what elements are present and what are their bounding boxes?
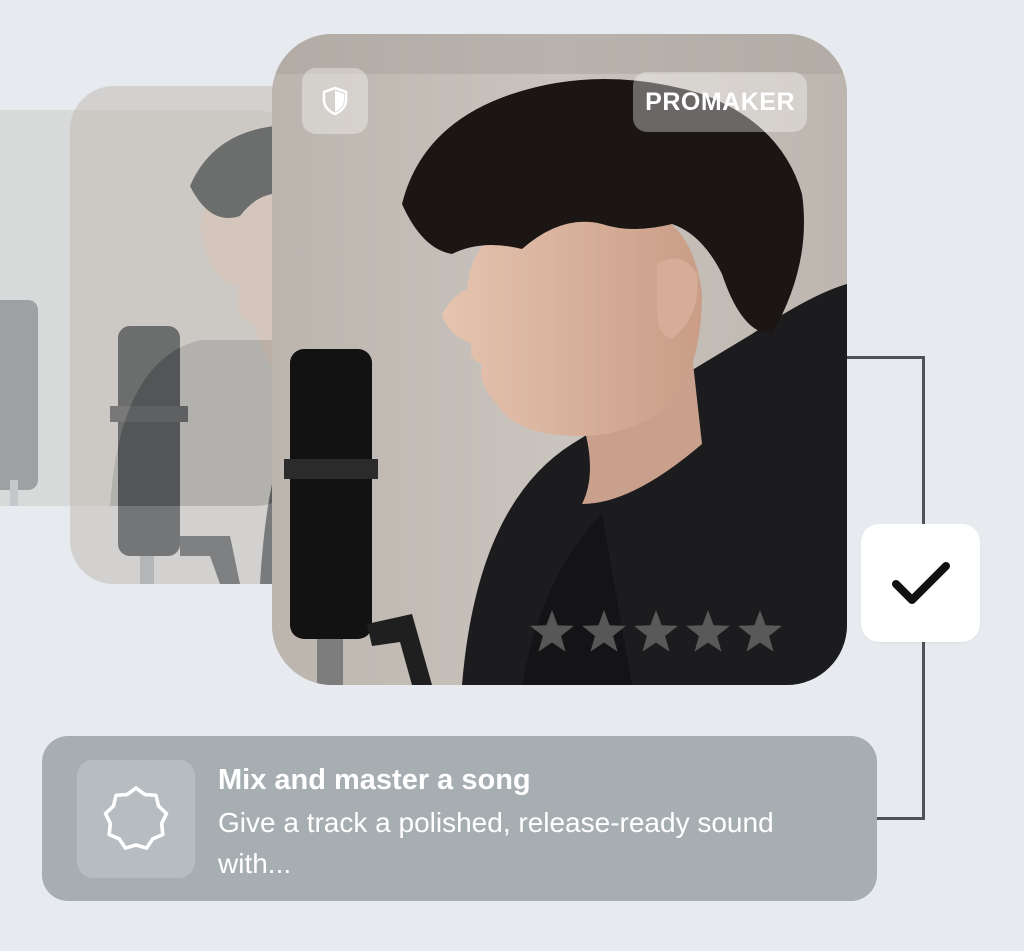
connector-line	[876, 817, 925, 820]
task-card[interactable]: Mix and master a song Give a track a pol…	[42, 736, 877, 901]
star-icon	[632, 608, 680, 656]
stage: PROMAKER Mix and master a song Give a tr…	[0, 0, 1024, 951]
connector-line	[847, 356, 925, 359]
profile-card-main[interactable]: PROMAKER	[272, 34, 847, 685]
task-icon-tile	[77, 760, 195, 878]
shield-icon	[322, 86, 348, 116]
task-title: Mix and master a song	[218, 764, 531, 796]
connector-line	[922, 642, 925, 820]
badge-outline-icon	[103, 786, 169, 850]
star-icon	[580, 608, 628, 656]
star-icon	[528, 608, 576, 656]
checkmark-icon	[891, 562, 950, 604]
shield-badge[interactable]	[302, 68, 368, 134]
star-icon	[736, 608, 784, 656]
connector-line	[922, 356, 925, 524]
star-icon	[684, 608, 732, 656]
star-rating	[528, 608, 784, 656]
brand-badge: PROMAKER	[633, 72, 807, 132]
task-description: Give a track a polished, release-ready s…	[218, 807, 774, 879]
check-button[interactable]	[861, 524, 980, 642]
